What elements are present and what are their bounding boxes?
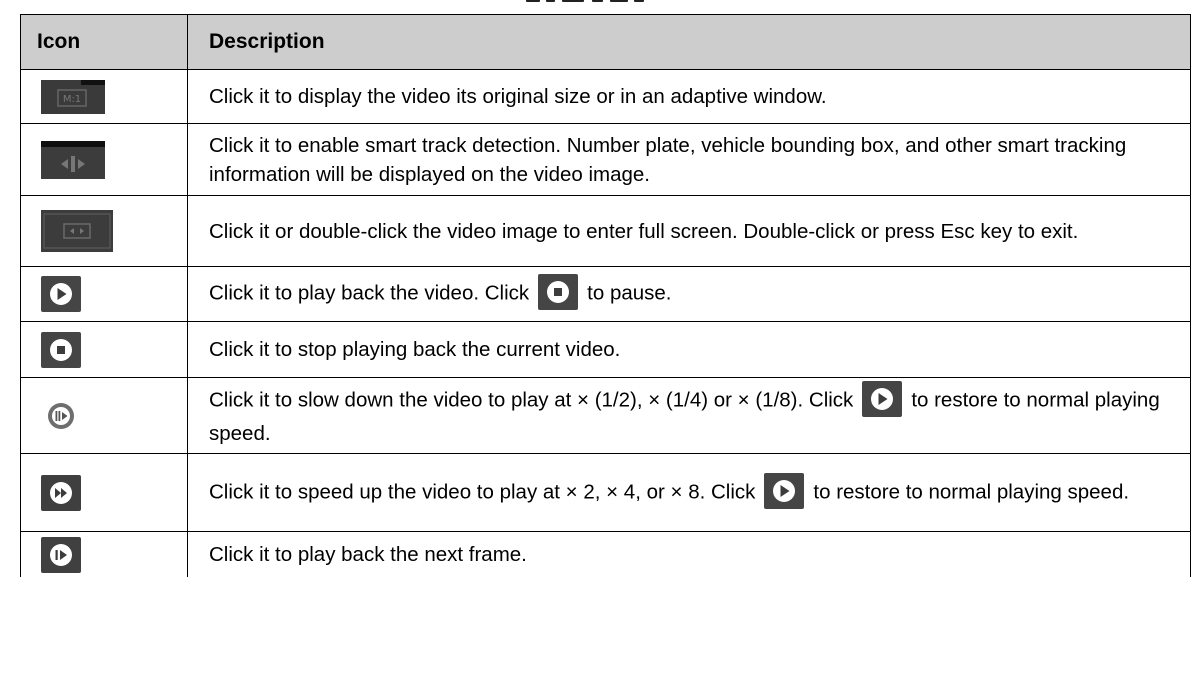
icon-cell <box>20 123 188 196</box>
description-cell: Click it to play back the next frame. <box>187 531 1191 577</box>
original-size-icon: M:1 <box>41 79 105 114</box>
smart-track-icon <box>41 140 105 179</box>
icon-cell <box>20 531 188 577</box>
play-icon <box>41 276 81 312</box>
description-text: Click it to slow down the video to play … <box>209 388 854 412</box>
description-text: to restore to normal playing speed. <box>813 479 1130 503</box>
description-text: Click it to play back the video. Click <box>209 281 530 305</box>
slow-play-icon <box>41 397 81 434</box>
description-cell: Click it or double-click the video image… <box>187 195 1191 267</box>
table-header-row: Icon Description <box>20 14 1191 70</box>
play-icon <box>764 472 805 509</box>
svg-text:M:1: M:1 <box>63 94 81 105</box>
table-row: Click it to speed up the video to play a… <box>20 453 1191 532</box>
table-row: Click it to stop playing back the curren… <box>20 321 1191 378</box>
full-screen-icon <box>41 210 113 252</box>
stop-icon <box>41 331 81 368</box>
table-row: Click it to slow down the video to play … <box>20 377 1191 454</box>
description-cell: Click it to stop playing back the curren… <box>187 321 1191 378</box>
next-frame-icon <box>41 536 81 573</box>
table-row: Click it to play back the next frame. <box>20 531 1191 577</box>
icon-cell <box>20 195 188 267</box>
description-cell: Click it to enable smart track detection… <box>187 123 1191 196</box>
header-description: Description <box>187 14 1191 70</box>
fast-play-icon <box>41 474 81 511</box>
icon-description-table: Icon Description M:1 Click it to display… <box>20 14 1191 577</box>
description-cell: Click it to display the video its origin… <box>187 69 1191 124</box>
play-icon <box>862 381 903 417</box>
table-row: M:1 Click it to display the video its or… <box>20 69 1191 124</box>
icon-cell: M:1 <box>20 69 188 124</box>
description-text: to pause. <box>587 281 672 305</box>
page-top-fragment <box>0 0 1202 14</box>
description-cell: Click it to slow down the video to play … <box>187 377 1191 454</box>
table-row: Click it or double-click the video image… <box>20 195 1191 267</box>
description-cell: Click it to play back the video. Click to… <box>187 266 1191 322</box>
pause-icon <box>538 274 579 310</box>
table-row: Click it to play back the video. Click to… <box>20 266 1191 322</box>
table-row: Click it to enable smart track detection… <box>20 123 1191 196</box>
description-text: Click it to speed up the video to play a… <box>209 479 756 503</box>
icon-cell <box>20 377 188 454</box>
icon-cell <box>20 266 188 322</box>
header-icon: Icon <box>20 14 188 70</box>
icon-cell <box>20 321 188 378</box>
icon-cell <box>20 453 188 532</box>
description-cell: Click it to speed up the video to play a… <box>187 453 1191 532</box>
